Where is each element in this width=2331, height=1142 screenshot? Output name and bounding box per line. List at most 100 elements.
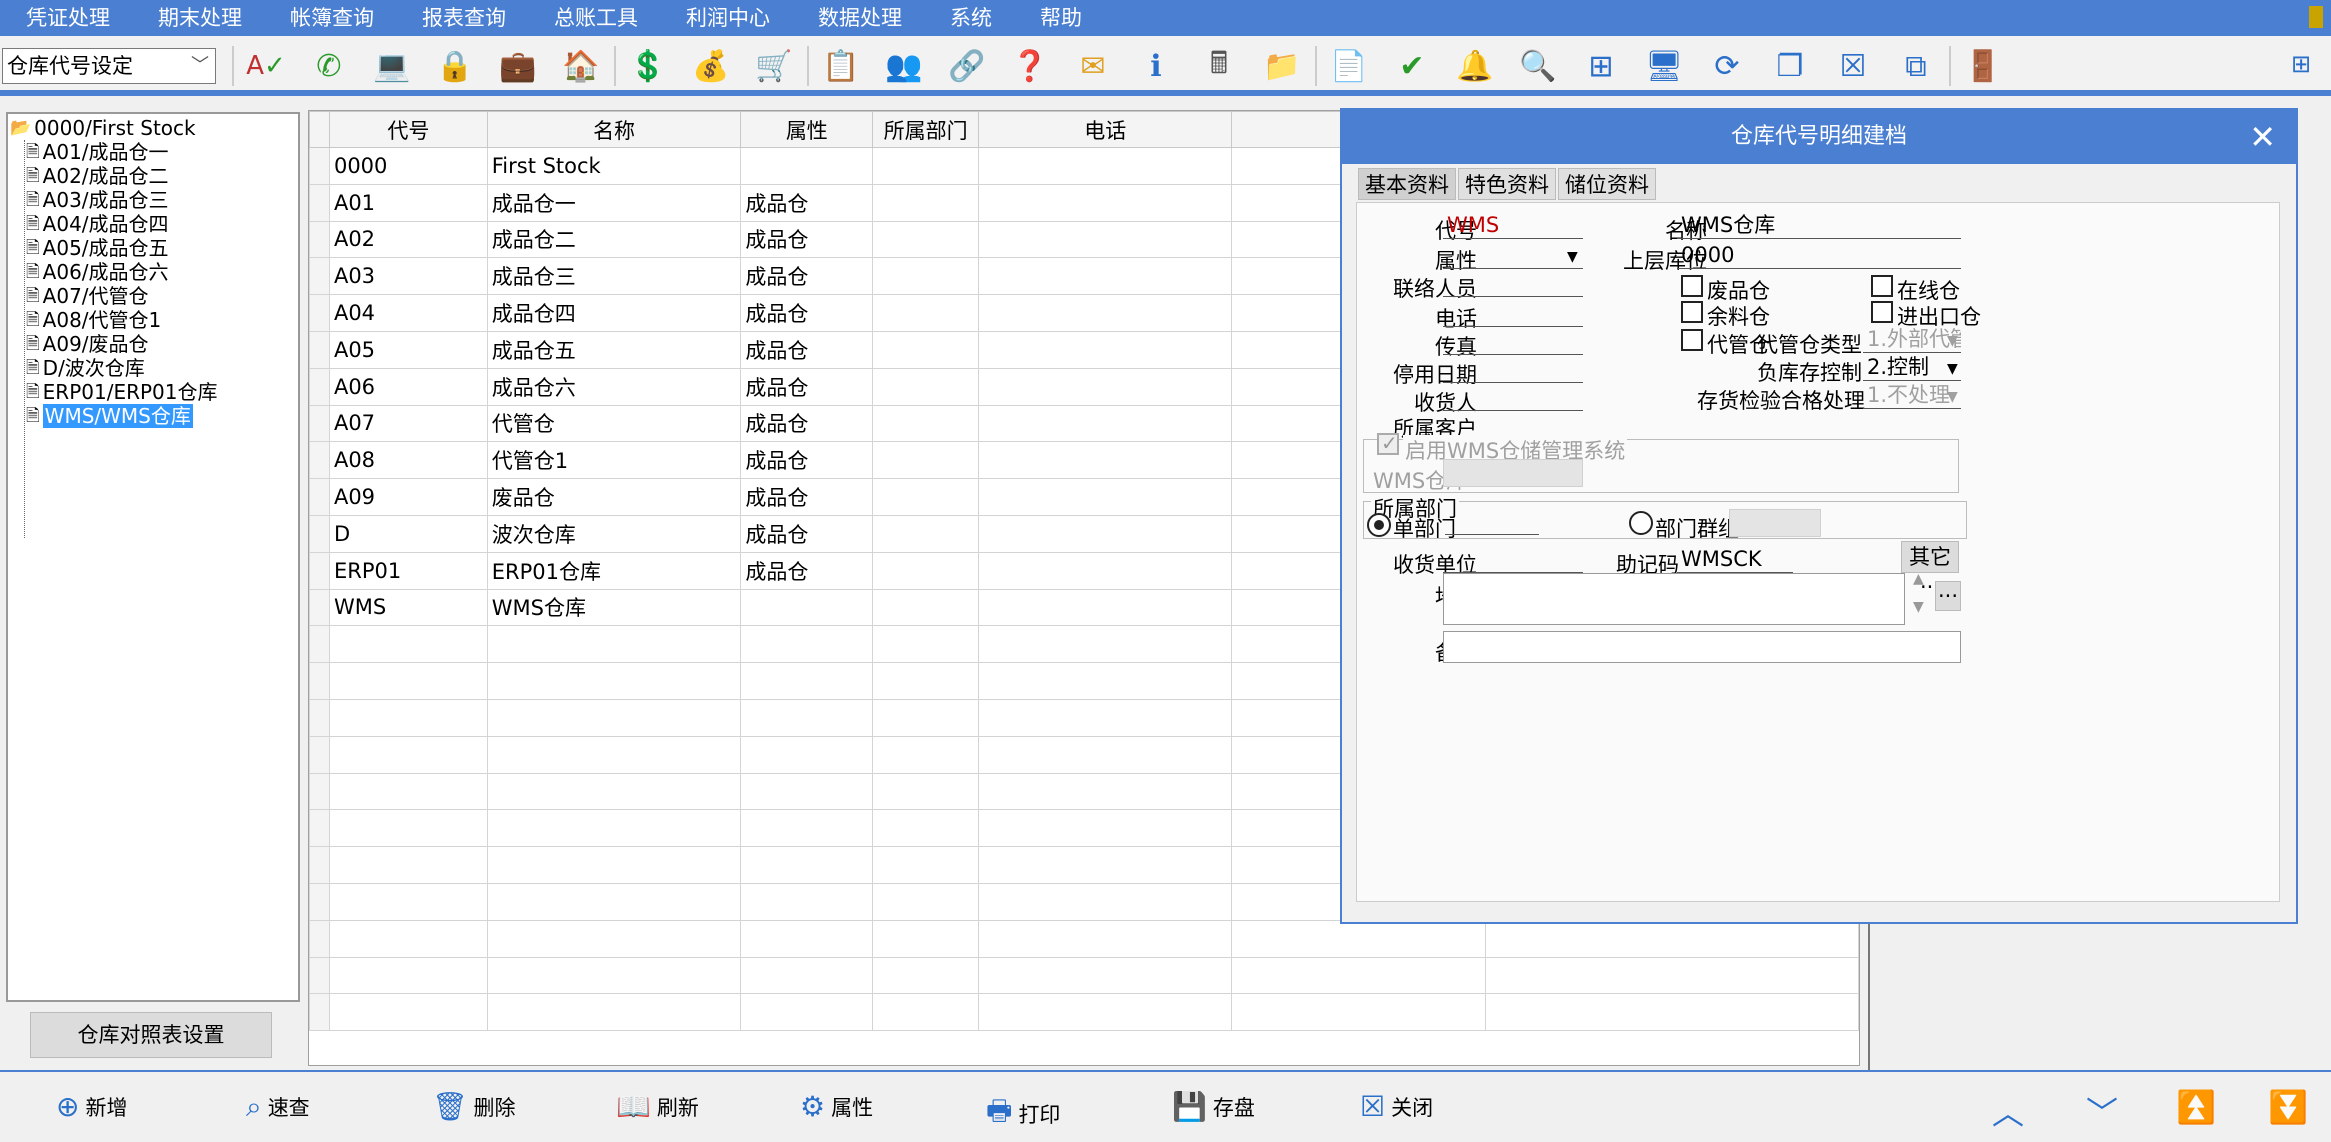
tree-node-root[interactable]: 📂 0000/First Stock (10, 116, 196, 140)
prev-record-icon[interactable]: ︿ (1992, 1088, 2024, 1134)
table-cell[interactable] (486, 735, 742, 774)
layout-toggle-icon[interactable]: ⊞ (2291, 50, 2321, 80)
menu-period-end[interactable]: 期末处理 (132, 0, 264, 36)
row-header[interactable] (309, 147, 330, 185)
info-icon[interactable]: ℹ (1132, 44, 1180, 88)
table-cell[interactable] (740, 588, 874, 627)
table-cell[interactable] (740, 625, 874, 664)
address-field[interactable] (1443, 573, 1905, 625)
table-cell[interactable]: A09 (328, 478, 488, 516)
table-cell[interactable]: 0000 (328, 147, 488, 185)
name-field[interactable]: WMS仓库 (1677, 211, 1961, 239)
row-header[interactable] (309, 404, 330, 443)
save-button[interactable]: 💾 存盘 (1172, 1090, 1255, 1123)
table-cell[interactable] (872, 625, 980, 664)
row-header[interactable] (309, 220, 330, 259)
col-header-name[interactable]: 名称 (486, 111, 742, 148)
table-cell[interactable] (872, 478, 980, 516)
table-cell[interactable] (486, 698, 742, 737)
table-cell[interactable] (978, 735, 1233, 774)
tree-node[interactable]: 🗎 A09/废品仓 (26, 332, 149, 356)
table-cell[interactable] (872, 147, 980, 185)
table-cell[interactable] (740, 735, 874, 774)
table-cell[interactable] (1231, 993, 1486, 1032)
scroll-up-icon[interactable]: ▲ (1913, 571, 1924, 587)
row-header[interactable] (309, 956, 330, 995)
table-cell[interactable] (1484, 919, 1859, 958)
row-header[interactable] (309, 257, 330, 296)
phone-field[interactable] (1443, 299, 1583, 327)
table-cell[interactable] (740, 882, 874, 921)
contact-field[interactable] (1443, 269, 1583, 297)
bell-icon[interactable]: 🔔 (1451, 44, 1499, 88)
online-warehouse-checkbox[interactable] (1871, 275, 1893, 297)
table-cell[interactable]: 成品仓 (740, 441, 874, 480)
table-cell[interactable] (872, 772, 980, 811)
row-header[interactable] (309, 441, 330, 480)
table-cell[interactable]: A08 (328, 441, 488, 480)
table-cell[interactable]: 波次仓库 (486, 514, 742, 553)
phone-icon[interactable]: ✆ (305, 44, 353, 88)
folder-icon[interactable]: 📁 (1258, 44, 1306, 88)
row-header[interactable] (309, 330, 330, 369)
table-cell[interactable]: 成品仓 (740, 183, 874, 222)
table-cell[interactable] (486, 625, 742, 664)
table-cell[interactable] (872, 882, 980, 921)
row-header[interactable] (309, 735, 330, 774)
tree-node[interactable]: 🗎 A05/成品仓五 (26, 236, 169, 260)
table-cell[interactable]: 成品仓三 (486, 257, 742, 296)
first-record-icon[interactable]: ⏫ (2176, 1088, 2216, 1126)
col-header-phone[interactable]: 电话 (978, 111, 1233, 148)
table-cell[interactable] (740, 772, 874, 811)
table-cell[interactable] (740, 662, 874, 700)
table-cell[interactable] (486, 882, 742, 921)
table-cell[interactable]: 成品仓二 (486, 220, 742, 259)
table-cell[interactable] (978, 809, 1233, 848)
table-cell[interactable] (328, 846, 488, 884)
table-cell[interactable] (486, 662, 742, 700)
table-cell[interactable] (872, 698, 980, 737)
table-cell[interactable] (1484, 993, 1859, 1032)
single-dept-radio[interactable] (1367, 513, 1391, 537)
table-cell[interactable]: 废品仓 (486, 478, 742, 516)
col-header-code[interactable]: 代号 (328, 111, 488, 148)
table-cell[interactable]: First Stock (486, 147, 742, 185)
tree-node[interactable]: 🗎 ERP01/ERP01仓库 (26, 380, 218, 404)
table-cell[interactable] (486, 772, 742, 811)
menu-voucher[interactable]: 凭证处理 (0, 0, 132, 36)
clipboard-icon[interactable]: 📋 (817, 44, 865, 88)
table-cell[interactable] (328, 772, 488, 811)
consign-warehouse-checkbox[interactable] (1681, 329, 1703, 351)
table-cell[interactable] (328, 735, 488, 774)
table-cell[interactable] (872, 846, 980, 884)
parent-location-field[interactable]: 0000 (1677, 241, 1961, 269)
table-cell[interactable]: 成品仓一 (486, 183, 742, 222)
row-header[interactable] (309, 882, 330, 921)
table-cell[interactable] (872, 294, 980, 332)
table-cell[interactable] (1231, 956, 1486, 995)
table-cell[interactable] (872, 441, 980, 480)
table-cell[interactable]: 成品仓 (740, 294, 874, 332)
table-cell[interactable]: WMS仓库 (486, 588, 742, 627)
col-header-attr[interactable]: 属性 (740, 111, 874, 148)
table-cell[interactable] (978, 514, 1233, 553)
menu-profit-center[interactable]: 利润中心 (660, 0, 792, 36)
menu-system[interactable]: 系统 (924, 0, 1014, 36)
table-cell[interactable]: A02 (328, 220, 488, 259)
row-header[interactable] (309, 551, 330, 590)
table-cell[interactable] (872, 183, 980, 222)
menu-gl-tools[interactable]: 总账工具 (528, 0, 660, 36)
table-cell[interactable] (328, 625, 488, 664)
receive-unit-field[interactable] (1443, 545, 1583, 573)
tree-node[interactable]: 🗎 A07/代管仓 (26, 284, 149, 308)
table-cell[interactable] (872, 809, 980, 848)
close-icon[interactable]: ✕ (2249, 110, 2276, 164)
table-cell[interactable]: A03 (328, 257, 488, 296)
table-cell[interactable] (328, 662, 488, 700)
mail-icon[interactable]: ✉ (1069, 44, 1117, 88)
table-cell[interactable]: 成品仓 (740, 220, 874, 259)
table-cell[interactable] (328, 882, 488, 921)
customer-field[interactable] (1443, 409, 1583, 437)
table-cell[interactable] (978, 183, 1233, 222)
table-cell[interactable] (872, 551, 980, 590)
